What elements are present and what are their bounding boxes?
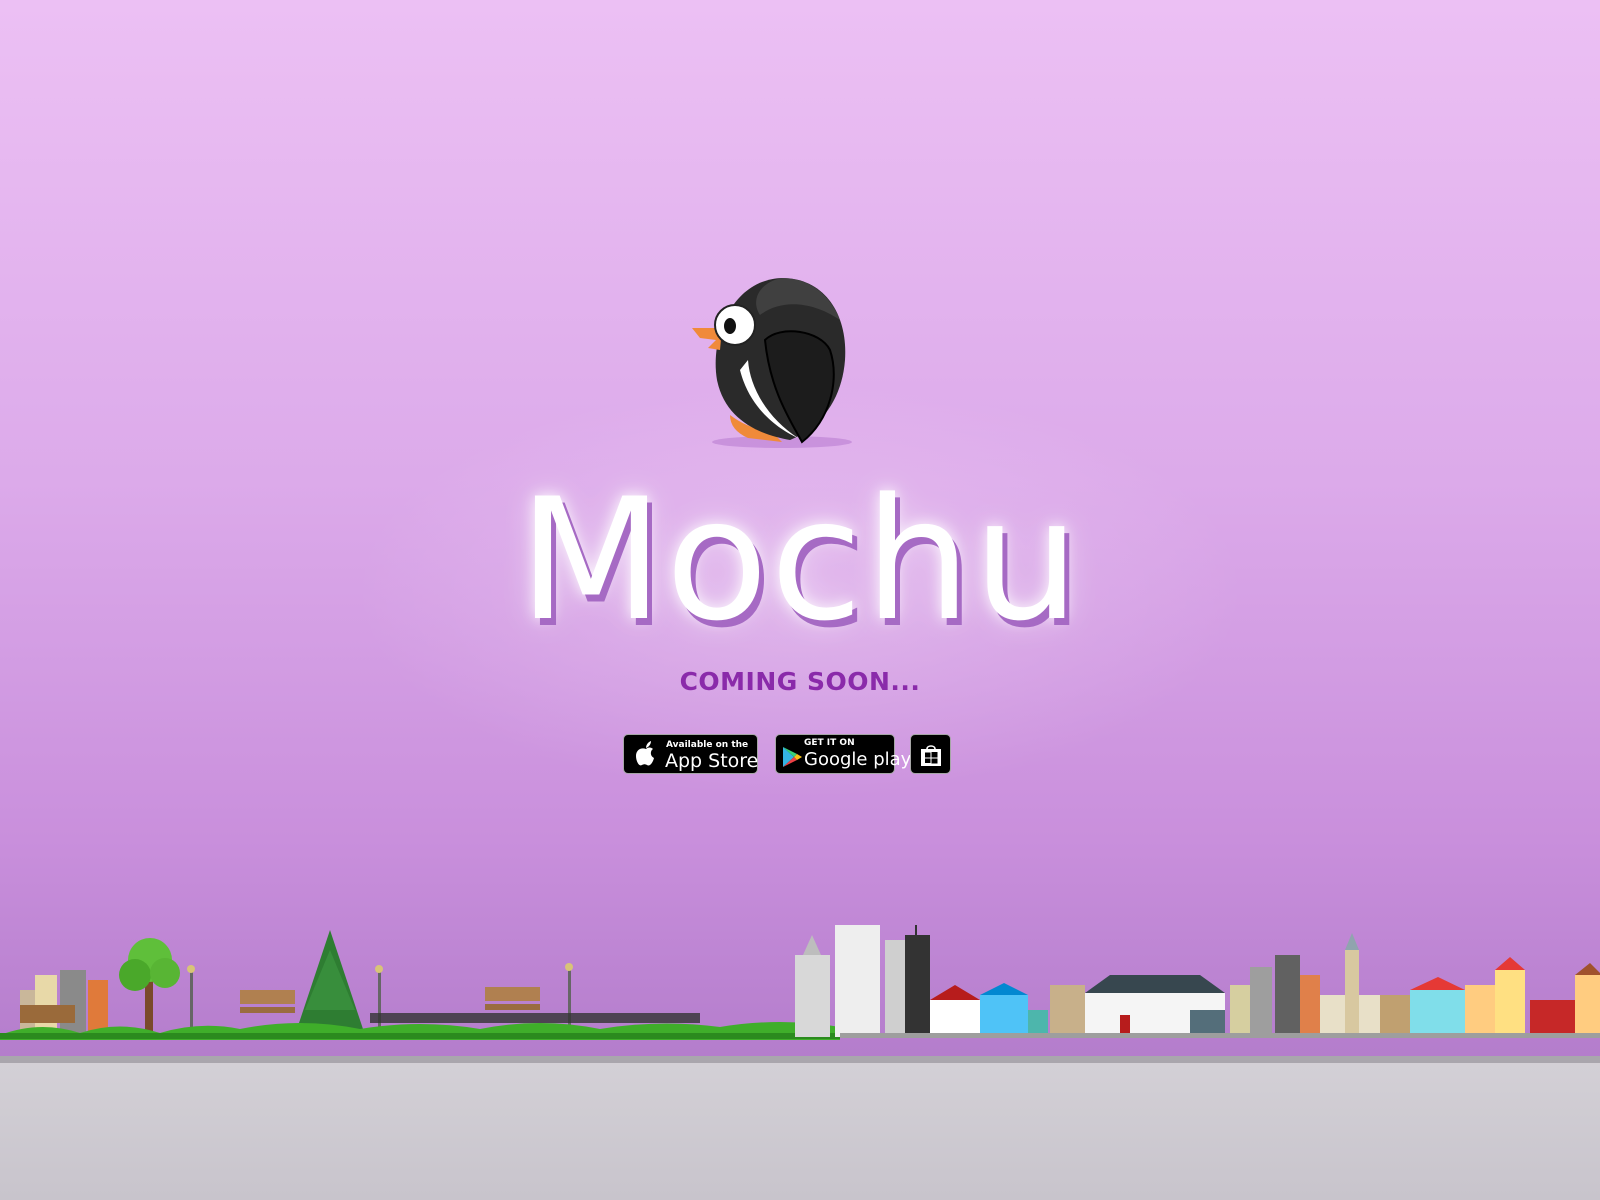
app-store-small-label: Available on the [666,740,749,750]
penguin-mascot-icon [692,278,852,448]
windows-store-icon [921,745,941,766]
windows-store-button[interactable] [910,734,951,774]
brand-logo-text: Mochu [518,462,1082,658]
city-skyline-illustration [0,925,1600,1040]
app-store-button[interactable]: Available on the App Store [623,734,758,774]
app-store-big-label: App Store [665,750,759,772]
google-play-icon [783,747,802,767]
google-play-small-label: GET IT ON [804,738,855,748]
ground-pavement [0,1063,1600,1200]
apple-icon [636,741,654,766]
coming-soon-tagline: COMING SOON... [679,667,921,696]
sidewalk-curb [0,1056,1600,1063]
google-play-button[interactable]: GET IT ON Google play [775,734,911,774]
google-play-big-label: Google play [804,749,912,770]
